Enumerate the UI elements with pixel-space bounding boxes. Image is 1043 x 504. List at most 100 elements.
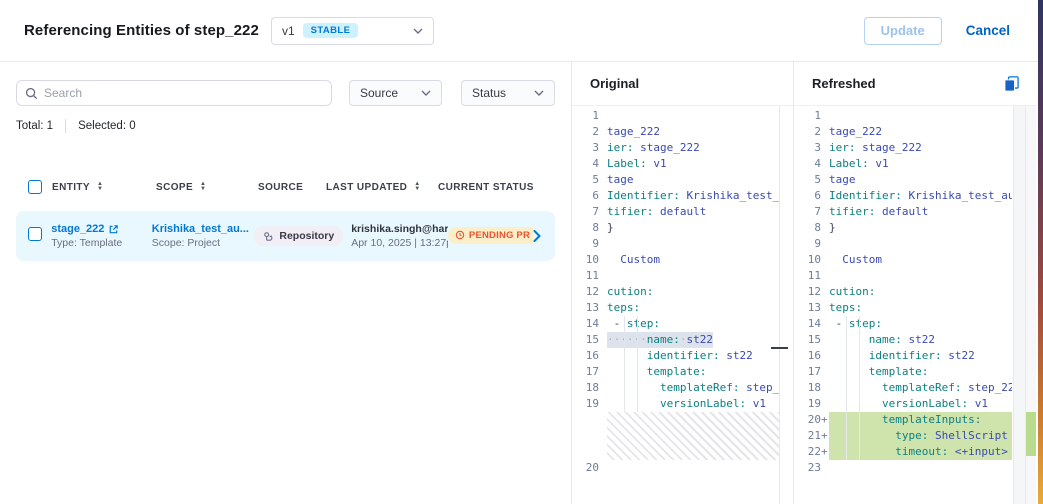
code-token: cution: (829, 285, 875, 298)
code-text: Custom (607, 252, 660, 268)
code-token: v1 (647, 157, 667, 170)
divider (65, 119, 66, 133)
added-line-plus (599, 140, 607, 156)
code-text: tage_222 (829, 124, 882, 140)
sort-icon[interactable]: ▲▼ (200, 182, 206, 192)
added-line-plus (821, 396, 829, 412)
added-line-plus (599, 156, 607, 172)
code-token (829, 349, 869, 362)
code-token: · (680, 333, 687, 346)
line-number: 21 (794, 428, 821, 444)
code-token (607, 349, 647, 362)
code-line: 9 (572, 236, 780, 252)
vertical-scrollbar[interactable] (1013, 106, 1026, 504)
source-badge: Repository (254, 226, 343, 246)
added-line-plus (599, 300, 607, 316)
refreshed-pane-title: Refreshed (812, 76, 876, 91)
added-line-plus: + (821, 428, 829, 444)
column-header-entity[interactable]: ENTITY ▲▼ (52, 182, 156, 193)
code-token: st22 (902, 333, 935, 346)
code-line: 12cution: (794, 284, 1012, 300)
code-text: Label: v1 (829, 156, 889, 172)
scope-link[interactable]: Krishika_test_au... (152, 223, 249, 235)
search-icon (25, 87, 38, 100)
table-header: ENTITY ▲▼ SCOPE ▲▼ SOURCE LAST UPDATED ▲… (16, 177, 555, 197)
search-input[interactable] (44, 86, 323, 100)
line-number: 13 (572, 300, 599, 316)
line-number: 11 (794, 268, 821, 284)
added-line-plus (821, 460, 829, 476)
sort-icon[interactable]: ▲▼ (414, 182, 420, 192)
code-line: 15 name: st22 (794, 332, 1012, 348)
line-number: 4 (572, 156, 599, 172)
code-line: 15······name:·st22 (572, 332, 780, 348)
code-text: - step: (607, 316, 660, 332)
added-line-plus (821, 204, 829, 220)
line-number: 7 (794, 204, 821, 220)
line-number: 2 (794, 124, 821, 140)
sort-icon[interactable]: ▲▼ (97, 182, 103, 192)
code-line: 5tage (572, 172, 780, 188)
added-line-plus (599, 364, 607, 380)
code-line: 20+ templateInputs: (794, 412, 1012, 428)
cancel-button[interactable]: Cancel (966, 23, 1010, 38)
overview-ruler (1026, 106, 1036, 504)
code-token: step: (627, 317, 660, 330)
code-token: st22 (942, 349, 975, 362)
search-box[interactable] (16, 80, 332, 106)
added-line-plus (599, 236, 607, 252)
select-all-checkbox[interactable] (28, 180, 42, 194)
column-header-scope[interactable]: SCOPE ▲▼ (156, 182, 258, 193)
code-token: step_222 (739, 381, 780, 394)
line-number: 19 (794, 396, 821, 412)
copy-icon[interactable] (1003, 75, 1020, 92)
chevron-right-icon[interactable] (533, 230, 555, 242)
added-line-plus (821, 236, 829, 252)
column-header-last-updated[interactable]: LAST UPDATED ▲▼ (326, 182, 438, 193)
update-button[interactable]: Update (864, 17, 942, 45)
code-line: 3ier: stage_222 (572, 140, 780, 156)
code-line: 3ier: stage_222 (794, 140, 1012, 156)
updated-at: Apr 10, 2025 | 13:27pm (351, 237, 448, 249)
repository-icon (263, 231, 274, 242)
line-number: 5 (572, 172, 599, 188)
line-number: 4 (794, 156, 821, 172)
code-text: templateInputs: (829, 412, 1012, 428)
added-line-plus: + (821, 412, 829, 428)
code-token: Identifier: (829, 189, 902, 202)
indent-guide (846, 316, 847, 460)
clock-icon (455, 230, 465, 240)
code-text: } (607, 220, 614, 236)
source-filter-select[interactable]: Source (349, 80, 442, 106)
code-text: name: st22 (829, 332, 935, 348)
status-filter-select[interactable]: Status (461, 80, 555, 106)
added-line-plus (821, 156, 829, 172)
code-text: tifier: default (607, 204, 706, 220)
code-token: templateRef: (882, 381, 961, 394)
code-text: templateRef: step_222 (607, 380, 780, 396)
code-token: st22 (720, 349, 753, 362)
original-code-editor[interactable]: 12tage_2223ier: stage_2224Label: v15tage… (572, 106, 780, 504)
code-token: ier: (607, 141, 634, 154)
line-number: 2 (572, 124, 599, 140)
code-line: 19 versionLabel: v1 (572, 396, 780, 412)
selected-count: Selected: 0 (78, 120, 136, 132)
external-link-icon[interactable] (108, 224, 119, 235)
code-token: cution: (607, 285, 653, 298)
code-line: 17 template: (572, 364, 780, 380)
stable-badge: STABLE (303, 23, 359, 38)
line-number: 15 (794, 332, 821, 348)
refreshed-code-editor[interactable]: 12tage_2223ier: stage_2224Label: v15tage… (794, 106, 1012, 504)
code-token: } (829, 221, 836, 234)
line-number: 16 (794, 348, 821, 364)
table-row[interactable]: stage_222 Type: Template Krishika_test_a… (16, 211, 555, 261)
version-select[interactable]: v1 STABLE (271, 17, 434, 45)
code-text: timeout: <+input> (829, 444, 1012, 460)
code-token: tifier: (829, 205, 875, 218)
code-token: Custom (829, 253, 882, 266)
line-number: 14 (794, 316, 821, 332)
row-checkbox[interactable] (28, 227, 42, 241)
code-line: 1 (794, 108, 1012, 124)
entity-link[interactable]: stage_222 (51, 223, 104, 235)
drawer-header: Referencing Entities of step_222 v1 STAB… (0, 0, 1043, 62)
